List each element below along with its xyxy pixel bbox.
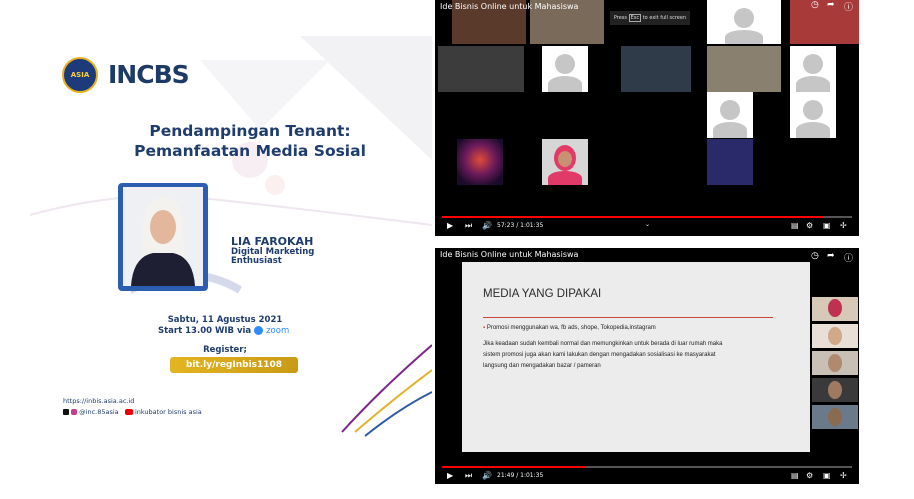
fullscreen-hint-pre: Press — [613, 15, 628, 21]
next-icon[interactable]: ⏭ — [465, 471, 472, 481]
social-handle: @inc.85asia — [79, 408, 119, 416]
exit-fullscreen-icon[interactable]: ✢ — [840, 471, 847, 480]
participant-tile — [707, 139, 753, 185]
speaker-role-line2: Enthusiast — [231, 256, 282, 266]
clock-icon[interactable]: ◷ — [811, 251, 819, 261]
video-title: Ide Bisnis Online untuk Mahasiswa — [440, 2, 579, 11]
register-label: Register; — [203, 345, 247, 355]
slide-bullet-text: Promosi menggunakan wa, fb ads, shope, T… — [486, 325, 656, 331]
speaker-role: Digital Marketing Enthusiast — [231, 248, 341, 266]
subtitles-icon[interactable]: ▤ — [791, 471, 799, 480]
participant-tile — [542, 139, 588, 185]
participant-tile — [812, 405, 858, 429]
gear-icon[interactable]: ⚙ — [806, 471, 813, 480]
instagram-icon — [71, 409, 78, 415]
event-poster: ASIA INCBS Pendampingan Tenant: Pemanfaa… — [0, 0, 432, 499]
youtube-icon — [124, 409, 133, 415]
play-icon[interactable]: ▶ — [447, 471, 453, 480]
zoom-icon — [254, 326, 264, 335]
participant-avatar-placeholder — [542, 46, 588, 92]
fullscreen-hint-key: Esc — [628, 14, 642, 22]
participant-avatar-placeholder — [790, 92, 836, 138]
time-display: 57:23 / 1:01:35 — [497, 222, 544, 229]
participant-avatar-placeholder — [790, 46, 836, 92]
asia-logo: ASIA — [62, 57, 98, 93]
slide-paragraph-line3: langsung dan mengadakan bazar / pameran — [483, 363, 601, 369]
participant-tile — [812, 351, 858, 375]
volume-icon[interactable]: 🔊 — [482, 221, 492, 230]
slide-divider — [483, 317, 773, 318]
video-player-top[interactable]: Ide Bisnis Online untuk Mahasiswa Press … — [435, 0, 859, 236]
fullscreen-hint: Press Esc to exit full screen — [610, 11, 690, 25]
next-icon[interactable]: ⏭ — [465, 221, 472, 231]
slide-bullet: ▪ Promosi menggunakan wa, fb ads, shope,… — [483, 325, 656, 331]
miniplayer-icon[interactable]: ▣ — [823, 221, 831, 230]
gear-icon[interactable]: ⚙ — [806, 221, 813, 230]
register-link-button[interactable]: bit.ly/regInbis1108 — [170, 357, 298, 373]
video-title: Ide Bisnis Online untuk Mahasiswa — [440, 250, 579, 259]
volume-icon[interactable]: 🔊 — [482, 471, 492, 480]
participant-tile — [707, 46, 781, 92]
social-row: @inc.85asia inkubator bisnis asia — [63, 408, 202, 416]
share-icon[interactable]: ➦ — [827, 251, 835, 261]
poster-title-line1: Pendampingan Tenant: — [149, 122, 351, 140]
participant-tile — [438, 46, 524, 92]
poster-title-line2: Pemanfaatan Media Sosial — [134, 142, 366, 160]
website-link[interactable]: https://inbis.asia.ac.id — [63, 397, 134, 405]
slide-paragraph-line1: Jika keadaan sudah kembali normal dan me… — [483, 341, 723, 347]
participant-avatar-placeholder — [707, 92, 753, 138]
event-time-text: Start 13.00 WIB via — [158, 326, 252, 336]
miniplayer-icon[interactable]: ▣ — [823, 471, 831, 480]
video-controls: ▶ ⏭ 🔊 57:23 / 1:01:35 ▤ ⚙ ▣ ✢ — [435, 216, 859, 236]
bullet-icon: ▪ — [483, 325, 486, 331]
incbs-logo: INCBS — [108, 60, 190, 89]
participant-tile — [812, 297, 858, 321]
zoom-label: zoom — [266, 326, 290, 336]
event-date: Sabtu, 11 Agustus 2021 — [167, 315, 283, 325]
clock-icon[interactable]: ◷ — [811, 0, 819, 10]
slide-paragraph-line2: sistem promosi juga akan kami lakukan de… — [483, 352, 716, 358]
participant-tile — [621, 46, 691, 92]
fullscreen-hint-post: to exit full screen — [642, 15, 687, 21]
participant-tile — [812, 324, 858, 348]
info-icon[interactable]: ⓘ — [844, 0, 853, 13]
speaker-photo — [123, 187, 203, 286]
youtube-channel: inkubator bisnis asia — [134, 408, 202, 416]
speaker-silhouette — [123, 187, 203, 286]
tiktok-icon — [63, 409, 69, 415]
play-icon[interactable]: ▶ — [447, 221, 453, 230]
event-time: Start 13.00 WIB via zoom — [158, 326, 318, 336]
slide-heading: MEDIA YANG DIPAKAI — [483, 288, 602, 300]
video-controls: ▶ ⏭ 🔊 21:49 / 1:01:35 ▤ ⚙ ▣ ✢ — [435, 468, 859, 484]
participant-tile — [457, 139, 503, 185]
info-icon[interactable]: ⓘ — [844, 251, 853, 264]
share-icon[interactable]: ➦ — [827, 0, 835, 10]
subtitles-icon[interactable]: ▤ — [791, 221, 799, 230]
participant-tile — [812, 378, 858, 402]
time-display: 21:49 / 1:01:35 — [497, 472, 544, 479]
exit-fullscreen-icon[interactable]: ✢ — [840, 221, 847, 230]
participant-tile — [707, 0, 781, 44]
